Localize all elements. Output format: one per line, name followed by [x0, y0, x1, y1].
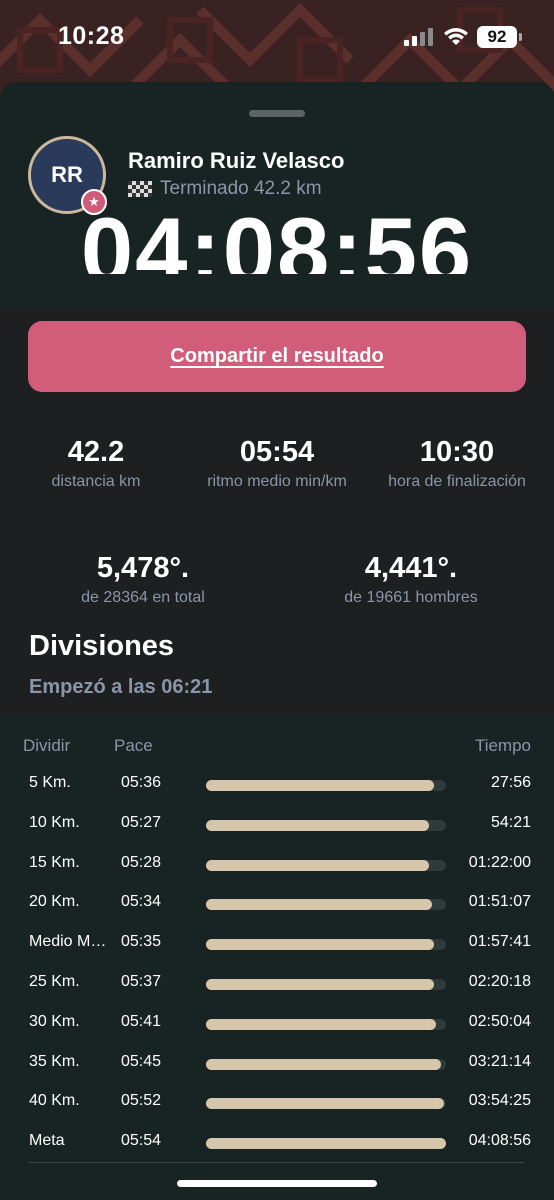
split-name: 35 Km. — [29, 1052, 80, 1070]
finish-time: 04:08:56 — [80, 198, 474, 275]
split-pace: 05:27 — [121, 813, 162, 831]
status-time: 10:28 — [58, 22, 125, 50]
split-pace: 05:45 — [121, 1052, 162, 1070]
split-pace: 05:52 — [121, 1092, 162, 1110]
split-time: 27:56 — [490, 774, 531, 791]
split-name: 20 Km. — [29, 893, 80, 911]
split-row: 10 Km. 05:27 54:21 — [0, 806, 554, 846]
split-progress-bar — [206, 939, 434, 951]
split-time: 01:57:41 — [468, 933, 531, 951]
split-name: 10 Km. — [29, 813, 80, 831]
splits-table: Dividir Pace Tiempo 5 Km. 05:36 27:56 10 Km… — [0, 716, 554, 1200]
split-time: 03:21:14 — [468, 1052, 531, 1070]
split-progress-bar — [206, 1018, 437, 1030]
split-progress-track — [206, 859, 446, 871]
split-progress-bar — [206, 859, 430, 871]
status-bar: 10:28 92 — [0, 0, 554, 74]
rank-value: 4,441°. — [364, 552, 458, 584]
rank-label: de 19661 hombres — [344, 589, 478, 606]
split-progress-track — [206, 1138, 446, 1150]
home-indicator — [177, 1180, 377, 1187]
result-sheet: RR ★ Ramiro Ruiz Velasco Terminado 42.2 … — [0, 82, 554, 1200]
split-progress-track — [206, 780, 446, 791]
split-progress-bar — [206, 979, 434, 990]
header-time: Tiempo — [474, 736, 531, 755]
split-row: Medio Maratón 05:35 01:57:41 — [0, 925, 554, 965]
split-progress-track — [206, 1018, 446, 1030]
split-name: Medio Maratón — [29, 933, 109, 951]
split-progress-track — [206, 939, 446, 951]
header-pace: Pace — [114, 736, 153, 755]
split-progress-bar — [206, 1098, 444, 1110]
split-row: 20 Km. 05:34 01:51:07 — [0, 885, 554, 925]
split-progress-track — [206, 819, 446, 831]
split-row: 15 Km. 05:28 01:22:00 — [0, 846, 554, 886]
split-time: 01:22:00 — [468, 853, 531, 871]
battery-indicator: 92 — [477, 26, 522, 48]
stat-pace: 05:54 ritmo medio min/km — [185, 434, 369, 494]
rank-overall: 5,478°. de 28364 en total — [13, 550, 273, 610]
split-progress-bar — [206, 1058, 442, 1070]
split-progress-bar — [206, 899, 432, 911]
sheet-grabber[interactable] — [249, 110, 305, 117]
split-time: 54:21 — [490, 813, 531, 831]
split-progress-track — [206, 1098, 446, 1110]
finish-time-display: 04:08:56 — [0, 190, 554, 275]
stat-label: hora de finalización — [388, 473, 526, 490]
wifi-icon — [444, 28, 468, 45]
rank-value: 5,478°. — [96, 552, 190, 584]
split-row: 30 Km. 05:41 02:50:04 — [0, 1005, 554, 1045]
split-progress-bar — [206, 819, 430, 831]
split-pace: 05:34 — [121, 893, 162, 911]
splits-title: Divisiones — [29, 630, 175, 662]
split-name: 25 Km. — [29, 973, 80, 990]
divider — [29, 1162, 525, 1163]
split-name: 15 Km. — [29, 853, 80, 871]
split-pace: 05:35 — [121, 933, 162, 951]
rank-label: de 28364 en total — [81, 589, 205, 606]
split-row: 25 Km. 05:37 02:20:18 — [0, 965, 554, 1005]
split-time: 02:20:18 — [468, 973, 531, 990]
sheet-header: RR ★ Ramiro Ruiz Velasco Terminado 42.2 … — [0, 82, 554, 308]
split-row: Meta 05:54 04:08:56 — [0, 1124, 554, 1164]
split-row: 35 Km. 05:45 03:21:14 — [0, 1045, 554, 1085]
split-name: 5 Km. — [29, 774, 71, 791]
split-progress-bar — [206, 780, 434, 791]
split-time: 02:50:04 — [468, 1012, 531, 1030]
split-name: Meta — [29, 1132, 65, 1150]
split-name: 40 Km. — [29, 1092, 80, 1110]
split-row: 5 Km. 05:36 27:56 — [0, 766, 554, 806]
splits-start-time: Empezó a las 06:21 — [29, 676, 213, 698]
runner-name: Ramiro Ruiz Velasco — [128, 148, 345, 173]
header-split: Dividir — [23, 736, 71, 755]
stat-distance: 42.2 distancia km — [4, 434, 188, 494]
stat-value: 10:30 — [419, 436, 495, 468]
cellular-signal-icon — [404, 28, 433, 46]
split-name: 30 Km. — [29, 1012, 80, 1030]
split-progress-track — [206, 979, 446, 990]
stat-value: 05:54 — [239, 436, 315, 468]
split-time: 03:54:25 — [468, 1092, 531, 1110]
split-pace: 05:54 — [121, 1132, 162, 1150]
stat-label: ritmo medio min/km — [207, 473, 347, 490]
split-time: 01:51:07 — [468, 893, 531, 911]
split-progress-track — [206, 1058, 446, 1070]
split-pace: 05:37 — [121, 973, 162, 990]
split-row: 40 Km. 05:52 03:54:25 — [0, 1084, 554, 1124]
share-result-button[interactable]: Compartir el resultado — [28, 321, 526, 392]
split-pace: 05:36 — [121, 774, 162, 791]
stat-label: distancia km — [51, 473, 141, 490]
rank-gender: 4,441°. de 19661 hombres — [281, 550, 541, 610]
stat-finish-hour: 10:30 hora de finalización — [365, 434, 549, 494]
split-pace: 05:28 — [121, 853, 162, 871]
split-progress-bar — [206, 1138, 446, 1150]
split-progress-track — [206, 899, 446, 911]
stat-value: 42.2 — [67, 436, 125, 468]
split-pace: 05:41 — [121, 1012, 162, 1030]
split-time: 04:08:56 — [468, 1132, 531, 1150]
